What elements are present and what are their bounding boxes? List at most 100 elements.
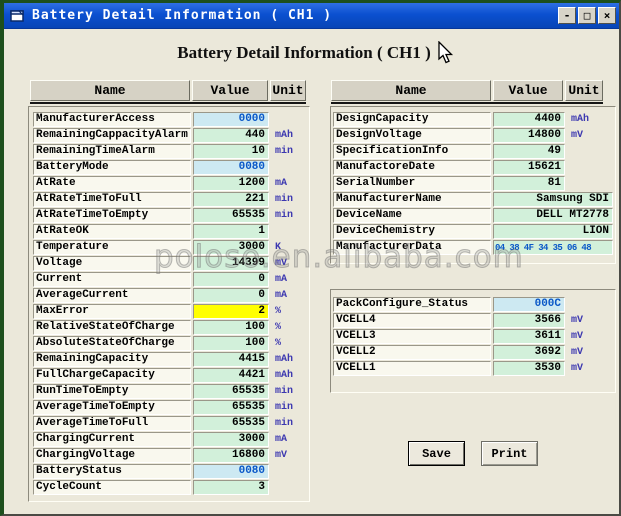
table-row: DesignVoltage14800mV bbox=[333, 127, 615, 143]
column-header-value: Value bbox=[493, 80, 563, 101]
field-value: 3000 bbox=[193, 240, 269, 255]
column-header-unit: Unit bbox=[565, 80, 603, 101]
field-unit: min bbox=[275, 386, 293, 397]
table-row: AbsoluteStateOfCharge100% bbox=[33, 335, 309, 351]
field-unit: mAh bbox=[275, 370, 293, 381]
field-name: DeviceName bbox=[333, 208, 491, 223]
table-row: AtRateOK1 bbox=[33, 223, 309, 239]
page-title: Battery Detail Information ( CH1 ) bbox=[4, 43, 604, 63]
maximize-button[interactable]: □ bbox=[578, 7, 596, 24]
field-value: 4415 bbox=[193, 352, 269, 367]
field-value: DELL MT2778 bbox=[493, 208, 613, 223]
table-row: ManufactoreDate15621 bbox=[333, 159, 615, 175]
field-name: VCELL1 bbox=[333, 361, 491, 376]
table-row: RemainingTimeAlarm10min bbox=[33, 143, 309, 159]
minimize-button[interactable]: - bbox=[558, 7, 576, 24]
left-table-header: Name Value Unit bbox=[30, 80, 306, 104]
table-row: DeviceNameDELL MT2778 bbox=[333, 207, 615, 223]
table-row: ManufacturerData04 38 4F 34 35 06 48 bbox=[333, 239, 615, 255]
app-window: Battery Detail Information ( CH1 ) - □ ×… bbox=[0, 0, 621, 516]
save-button[interactable]: Save bbox=[408, 441, 465, 466]
table-row: RunTimeToEmpty65535min bbox=[33, 383, 309, 399]
field-name: DeviceChemistry bbox=[333, 224, 491, 239]
field-value: 3611 bbox=[493, 329, 565, 344]
field-value: 65535 bbox=[193, 400, 269, 415]
field-unit: min bbox=[275, 418, 293, 429]
field-name: ManufactoreDate bbox=[333, 160, 491, 175]
field-value: 221 bbox=[193, 192, 269, 207]
field-name: FullChargeCapacity bbox=[33, 368, 191, 383]
field-value: 1 bbox=[193, 224, 269, 239]
field-value: 440 bbox=[193, 128, 269, 143]
table-row: Voltage14399mV bbox=[33, 255, 309, 271]
column-header-name: Name bbox=[30, 80, 190, 101]
field-name: RelativeStateOfCharge bbox=[33, 320, 191, 335]
field-unit: mV bbox=[571, 315, 583, 326]
field-unit: % bbox=[275, 322, 281, 333]
field-value: 49 bbox=[493, 144, 565, 159]
table-row: Current0mA bbox=[33, 271, 309, 287]
field-value: 0080 bbox=[193, 160, 269, 175]
field-name: BatteryStatus bbox=[33, 464, 191, 479]
field-name: VCELL3 bbox=[333, 329, 491, 344]
field-name: BatteryMode bbox=[33, 160, 191, 175]
window-title: Battery Detail Information ( CH1 ) bbox=[32, 8, 332, 23]
table-row: AtRateTimeToEmpty65535min bbox=[33, 207, 309, 223]
field-name: DesignVoltage bbox=[333, 128, 491, 143]
field-unit: min bbox=[275, 146, 293, 157]
field-name: AtRate bbox=[33, 176, 191, 191]
field-name: Current bbox=[33, 272, 191, 287]
table-row: BatteryMode0080 bbox=[33, 159, 309, 175]
field-value: 3692 bbox=[493, 345, 565, 360]
field-unit: mA bbox=[275, 178, 287, 189]
field-name: AverageTimeToEmpty bbox=[33, 400, 191, 415]
field-name: SerialNumber bbox=[333, 176, 491, 191]
table-row: AtRate1200mA bbox=[33, 175, 309, 191]
field-value: 2 bbox=[193, 304, 269, 319]
right-table-header: Name Value Unit bbox=[331, 80, 603, 104]
field-unit: mAh bbox=[275, 130, 293, 141]
field-value: 81 bbox=[493, 176, 565, 191]
field-name: PackConfigure_Status bbox=[333, 297, 491, 312]
field-name: VCELL2 bbox=[333, 345, 491, 360]
table-row: Temperature3000K bbox=[33, 239, 309, 255]
field-unit: mA bbox=[275, 290, 287, 301]
table-row: BatteryStatus0080 bbox=[33, 463, 309, 479]
field-name: AtRateOK bbox=[33, 224, 191, 239]
field-unit: mV bbox=[571, 331, 583, 342]
field-name: RunTimeToEmpty bbox=[33, 384, 191, 399]
print-button[interactable]: Print bbox=[481, 441, 538, 466]
field-unit: mA bbox=[275, 434, 287, 445]
field-name: AbsoluteStateOfCharge bbox=[33, 336, 191, 351]
field-value: 0000 bbox=[193, 112, 269, 127]
table-row: SerialNumber81 bbox=[333, 175, 615, 191]
field-value: LION bbox=[493, 224, 613, 239]
close-button[interactable]: × bbox=[598, 7, 616, 24]
table-row: FullChargeCapacity4421mAh bbox=[33, 367, 309, 383]
field-value: 14399 bbox=[193, 256, 269, 271]
mouse-cursor-icon bbox=[437, 41, 454, 64]
title-bar: Battery Detail Information ( CH1 ) - □ × bbox=[4, 3, 619, 29]
pack-status-table: PackConfigure_Status000CVCELL43566mVVCEL… bbox=[330, 289, 616, 393]
field-name: AverageTimeToFull bbox=[33, 416, 191, 431]
field-name: MaxError bbox=[33, 304, 191, 319]
table-row: RelativeStateOfCharge100% bbox=[33, 319, 309, 335]
table-row: RemainingCappacityAlarm440mAh bbox=[33, 127, 309, 143]
field-value: 3 bbox=[193, 480, 269, 495]
table-row: AverageTimeToFull65535 min bbox=[33, 415, 309, 431]
field-unit: mAh bbox=[275, 354, 293, 365]
window-controls: - □ × bbox=[558, 7, 616, 24]
field-value: 4400 bbox=[493, 112, 565, 127]
field-value: 3566 bbox=[493, 313, 565, 328]
field-value: 65535 bbox=[193, 416, 269, 431]
field-value: 3000 bbox=[193, 432, 269, 447]
field-unit: K bbox=[275, 242, 281, 253]
field-name: ManufacturerData bbox=[333, 240, 491, 255]
field-name: CycleCount bbox=[33, 480, 191, 495]
table-row: ManufacturerNameSamsung SDI bbox=[333, 191, 615, 207]
field-value: 100 bbox=[193, 320, 269, 335]
table-row: DesignCapacity4400mAh bbox=[333, 111, 615, 127]
field-value: 10 bbox=[193, 144, 269, 159]
field-name: AtRateTimeToFull bbox=[33, 192, 191, 207]
table-row: AverageTimeToEmpty65535min bbox=[33, 399, 309, 415]
